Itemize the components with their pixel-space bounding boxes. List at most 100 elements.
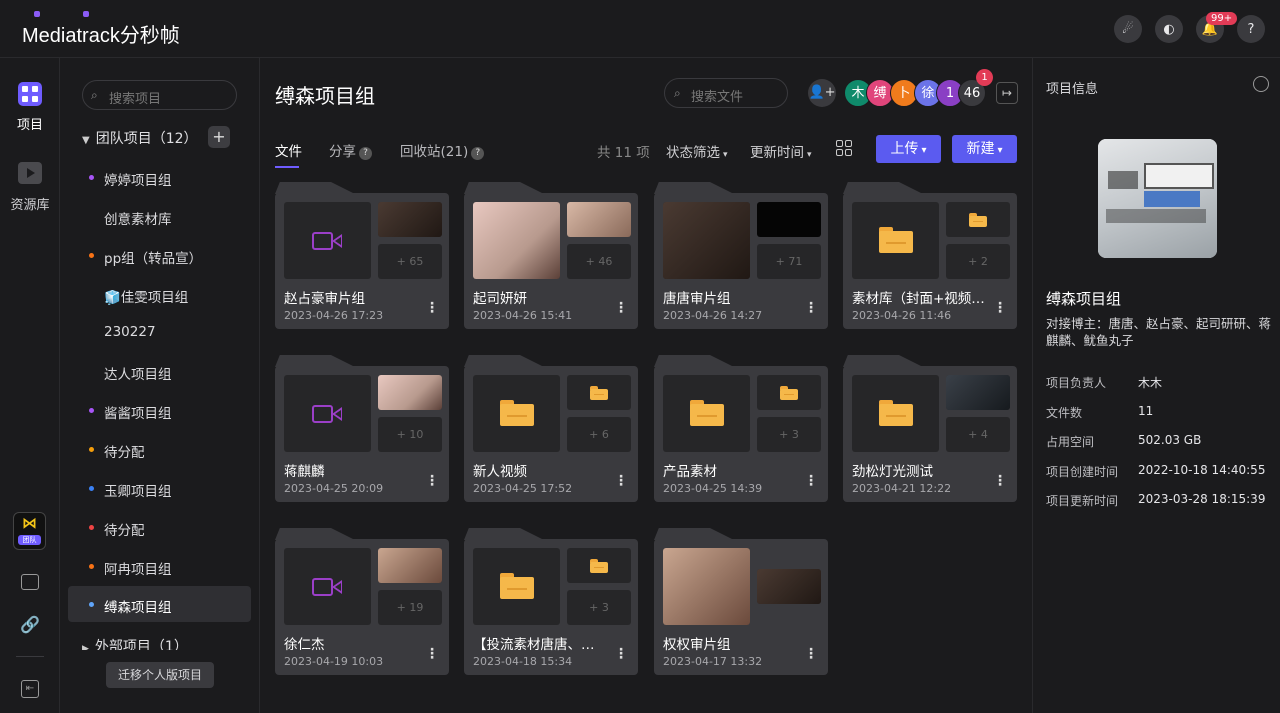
messages-icon[interactable] bbox=[21, 574, 39, 590]
folder-name: 产品素材 bbox=[663, 464, 717, 480]
group-label: 外部项目（1） bbox=[94, 639, 188, 650]
folder-date: 2023-04-17 13:32 bbox=[663, 655, 763, 668]
folder-card[interactable]: + 46 起司妍妍 2023-04-26 15:41 ⋮ bbox=[464, 182, 638, 329]
tab-recycle-bin[interactable]: 回收站(21)? bbox=[400, 140, 485, 160]
field-key: 文件数 bbox=[1046, 406, 1083, 420]
folder-card[interactable]: + 71 唐唐审片组 2023-04-26 14:27 ⋮ bbox=[654, 182, 828, 329]
folder-card[interactable]: + 19 徐仁杰 2023-04-19 10:03 ⋮ bbox=[275, 528, 449, 675]
app-logo[interactable]: Mediatrack分秒帧 bbox=[22, 11, 180, 48]
more-options-icon[interactable]: ⋮ bbox=[425, 646, 439, 662]
sidebar-item-active[interactable]: 缚森项目组 bbox=[68, 586, 251, 622]
sidebar-item-label: 阿冉项目组 bbox=[104, 562, 172, 578]
item-count: 共 11 项 bbox=[597, 145, 650, 161]
sort-label: 更新时间 bbox=[750, 145, 804, 161]
search-icon: ⌕ bbox=[674, 86, 681, 100]
sidebar-item-label: 婷婷项目组 bbox=[104, 173, 172, 189]
sidebar-item[interactable]: pp组（转品宣） bbox=[68, 237, 251, 273]
collapse-icon[interactable]: ⇤ bbox=[21, 680, 39, 698]
field-value: 11 bbox=[1138, 404, 1154, 418]
field-value: 2023-03-28 18:15:39 bbox=[1138, 492, 1266, 506]
search-placeholder: 搜索项目 bbox=[109, 92, 162, 107]
grid-view-icon[interactable] bbox=[836, 140, 852, 156]
help-icon[interactable]: ? bbox=[359, 147, 372, 160]
more-options-icon[interactable]: ⋮ bbox=[804, 646, 818, 662]
sidebar-item[interactable]: 阿冉项目组 bbox=[68, 548, 251, 584]
more-options-icon[interactable]: ⋮ bbox=[993, 300, 1007, 316]
thumbnail-image bbox=[378, 375, 442, 410]
folder-icon bbox=[500, 573, 534, 599]
folder-date: 2023-04-25 14:39 bbox=[663, 482, 763, 495]
project-sidebar: ⌕ 搜索项目 ▼ 团队项目（12） + 婷婷项目组 创意素材库 pp组（转品宣） … bbox=[60, 58, 260, 713]
video-icon bbox=[312, 405, 344, 425]
sidebar-item[interactable]: 创意素材库 bbox=[68, 198, 251, 234]
team-avatar[interactable]: ⋈ 团队 bbox=[13, 512, 46, 550]
sidebar-item[interactable]: 230227 bbox=[68, 314, 251, 350]
more-options-icon[interactable]: ⋮ bbox=[804, 473, 818, 489]
folder-card[interactable]: + 4 劲松灯光测试 2023-04-21 12:22 ⋮ bbox=[843, 355, 1017, 502]
help-icon[interactable]: ? bbox=[1237, 15, 1265, 43]
folder-card[interactable]: + 2 素材库（封面+视频… 2023-04-26 11:46 ⋮ bbox=[843, 182, 1017, 329]
folder-card[interactable]: + 3 【投流素材唐唐、… 2023-04-18 15:34 ⋮ bbox=[464, 528, 638, 675]
team-projects-group[interactable]: ▼ 团队项目（12） bbox=[82, 128, 198, 148]
preview-main bbox=[473, 202, 560, 279]
project-search-input[interactable]: ⌕ 搜索项目 bbox=[82, 80, 237, 110]
preview-more-count: + 71 bbox=[757, 244, 821, 279]
sidebar-item[interactable]: 🧊佳雯项目组 bbox=[68, 276, 251, 312]
exit-icon[interactable]: ↦ bbox=[996, 82, 1018, 104]
folder-card[interactable]: 权权审片组 2023-04-17 13:32 ⋮ bbox=[654, 528, 828, 675]
activity-icon[interactable]: ◐ bbox=[1155, 15, 1183, 43]
folder-card[interactable]: + 10 蒋麒麟 2023-04-25 20:09 ⋮ bbox=[275, 355, 449, 502]
folder-card[interactable]: + 6 新人视频 2023-04-25 17:52 ⋮ bbox=[464, 355, 638, 502]
theme-icon[interactable]: ☄ bbox=[1114, 15, 1142, 43]
folder-grid: + 65 赵占豪审片组 2023-04-26 17:23 ⋮ + 46 起司妍妍 2023-… bbox=[260, 169, 1032, 713]
folder-name: 权权审片组 bbox=[663, 637, 731, 653]
sidebar-item[interactable]: 达人项目组 bbox=[68, 353, 251, 389]
sidebar-item[interactable]: 待分配 bbox=[68, 509, 251, 545]
preview-more-count: + 65 bbox=[378, 244, 442, 279]
more-options-icon[interactable]: ⋮ bbox=[614, 646, 628, 662]
more-options-icon[interactable]: ⋮ bbox=[425, 300, 439, 316]
folder-icon bbox=[590, 386, 608, 400]
project-name: 缚森项目组 bbox=[1046, 290, 1122, 308]
project-description: 对接博主：唐唐、赵占豪、起司研研、蒋麒麟、鱿鱼丸子 bbox=[1046, 316, 1272, 348]
caret-right-icon: ▶ bbox=[82, 644, 89, 650]
sort-dropdown[interactable]: 更新时间 ▾ bbox=[750, 141, 812, 161]
more-options-icon[interactable]: ⋮ bbox=[614, 300, 628, 316]
upload-button[interactable]: 上传 ▾ bbox=[876, 135, 941, 163]
folder-name: 劲松灯光测试 bbox=[852, 464, 933, 480]
thumbnail-image bbox=[473, 202, 560, 279]
folder-card[interactable]: + 3 产品素材 2023-04-25 14:39 ⋮ bbox=[654, 355, 828, 502]
help-icon[interactable]: ? bbox=[471, 147, 485, 160]
add-member-button[interactable]: 👤+ bbox=[808, 79, 836, 107]
tab-files[interactable]: 文件 bbox=[275, 140, 302, 160]
search-placeholder: 搜索文件 bbox=[691, 90, 744, 105]
migrate-button[interactable]: 迁移个人版项目 bbox=[106, 662, 214, 688]
sidebar-item[interactable]: 玉卿项目组 bbox=[68, 470, 251, 506]
more-options-icon[interactable]: ⋮ bbox=[993, 473, 1007, 489]
new-button[interactable]: 新建 ▾ bbox=[952, 135, 1017, 163]
status-filter-dropdown[interactable]: 状态筛选 ▾ bbox=[666, 141, 728, 161]
more-options-icon[interactable]: ⋮ bbox=[804, 300, 818, 316]
folder-card[interactable]: + 65 赵占豪审片组 2023-04-26 17:23 ⋮ bbox=[275, 182, 449, 329]
tab-share[interactable]: 分享? bbox=[329, 140, 372, 160]
file-search-input[interactable]: ⌕ 搜索文件 bbox=[664, 78, 788, 108]
rail-item-projects[interactable]: 项目 bbox=[0, 82, 60, 133]
add-project-button[interactable]: + bbox=[208, 126, 230, 148]
settings-icon[interactable] bbox=[1253, 76, 1269, 92]
tab-label: 回收站(21) bbox=[400, 144, 469, 160]
status-dot bbox=[89, 525, 94, 530]
rail-item-library[interactable]: 资源库 bbox=[0, 162, 60, 213]
more-options-icon[interactable]: ⋮ bbox=[614, 473, 628, 489]
filter-label: 状态筛选 bbox=[666, 145, 720, 161]
sidebar-item[interactable]: 待分配 bbox=[68, 431, 251, 467]
sidebar-item[interactable]: 酱酱项目组 bbox=[68, 392, 251, 428]
rail-label: 资源库 bbox=[10, 198, 50, 213]
field-value: 木木 bbox=[1138, 376, 1163, 390]
preview-small bbox=[946, 202, 1010, 237]
field-value: 2022-10-18 14:40:55 bbox=[1138, 463, 1266, 477]
sidebar-item[interactable]: 婷婷项目组 bbox=[68, 159, 251, 195]
external-projects-group[interactable]: ▶ 外部项目（1） bbox=[82, 636, 188, 650]
field-key: 项目负责人 bbox=[1046, 376, 1107, 390]
link-icon[interactable]: 🔗 bbox=[20, 615, 40, 634]
more-options-icon[interactable]: ⋮ bbox=[425, 473, 439, 489]
